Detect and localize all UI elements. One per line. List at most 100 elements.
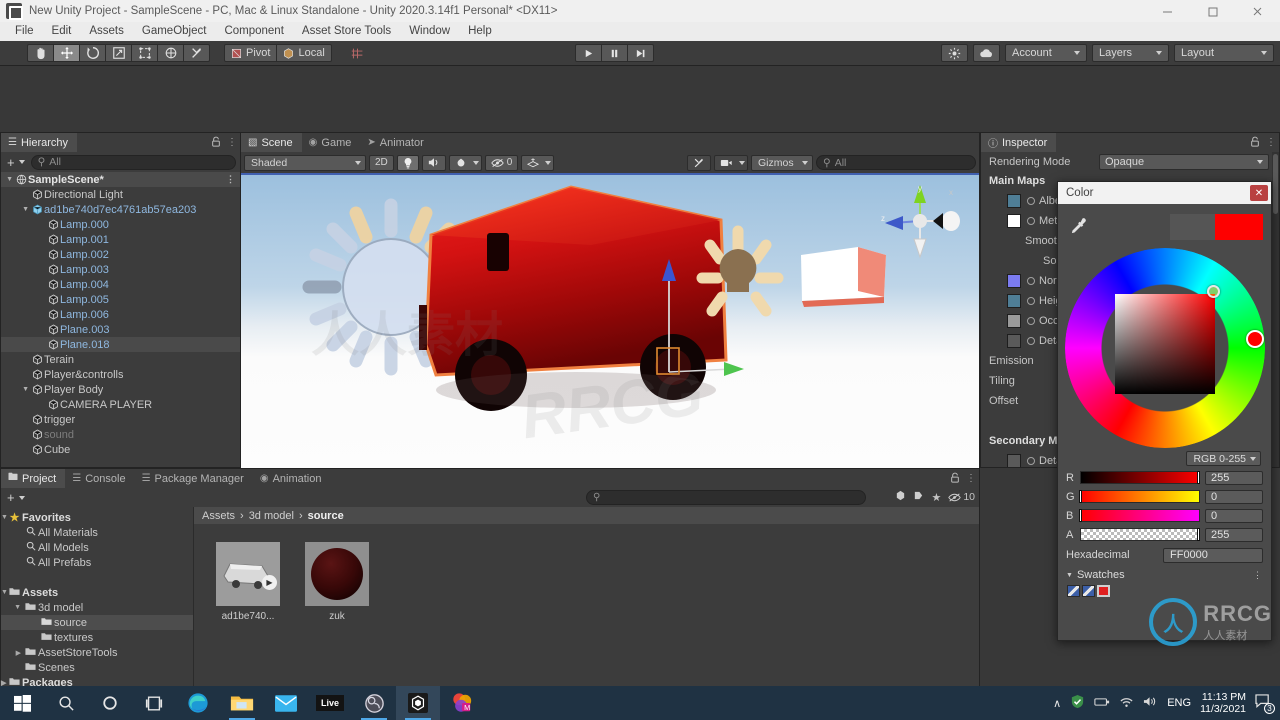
project-tree-item-favorites[interactable]: ▼ ★ Favorites xyxy=(1,510,193,525)
property-toggle-icon[interactable] xyxy=(1027,197,1035,205)
swatch-2[interactable] xyxy=(1097,585,1110,597)
texture-thumbnail[interactable] xyxy=(1007,454,1021,467)
channel-value-b[interactable]: 0 xyxy=(1205,508,1263,523)
toggle-2d-button[interactable]: 2D xyxy=(369,154,394,171)
scale-tool-button[interactable] xyxy=(105,44,132,62)
kebab-menu-icon[interactable]: ⋮ xyxy=(227,137,237,147)
layers-dropdown[interactable]: Layers xyxy=(1092,44,1169,62)
slider-knob[interactable] xyxy=(1197,528,1200,541)
project-tree-item-3d-model[interactable]: ▼ 3d model xyxy=(1,600,193,615)
language-indicator[interactable]: ENG xyxy=(1167,697,1191,709)
close-button[interactable] xyxy=(1235,0,1280,22)
kebab-menu-icon[interactable]: ⋮ xyxy=(966,473,976,483)
channel-value-g[interactable]: 0 xyxy=(1205,489,1263,504)
hierarchy-item-sound[interactable]: sound xyxy=(1,427,240,442)
removable-media-icon[interactable] xyxy=(1094,696,1110,711)
hierarchy-list[interactable]: ▼ SampleScene* ⋮ Directional Light ▼ ad1be740… xyxy=(1,172,240,467)
hex-input[interactable]: FF0000 xyxy=(1163,547,1263,563)
project-tree-item-assets[interactable]: ▼ Assets xyxy=(1,585,193,600)
project-tree-item-all-materials[interactable]: All Materials xyxy=(1,525,193,540)
menu-gameobject[interactable]: GameObject xyxy=(133,22,216,41)
color-picker-dialog[interactable]: Color ✕ RGB 0-255 R 255 G 0 B 0 A 255 He… xyxy=(1057,181,1272,641)
menu-edit[interactable]: Edit xyxy=(43,22,81,41)
obs-icon[interactable] xyxy=(352,686,396,720)
maximize-button[interactable] xyxy=(1190,0,1235,22)
property-toggle-icon[interactable] xyxy=(1027,297,1035,305)
hierarchy-item-plane-018[interactable]: Plane.018 xyxy=(1,337,240,352)
notifications-icon[interactable]: 3 xyxy=(1255,694,1275,714)
saturation-value-square[interactable] xyxy=(1114,294,1215,394)
expand-arrow-icon[interactable]: ▼ xyxy=(1,206,31,213)
project-search-input[interactable]: ⚲ xyxy=(586,490,866,505)
step-button[interactable] xyxy=(627,44,654,62)
tab-project[interactable]: 🖿 Project xyxy=(1,469,66,488)
expand-arrow-icon[interactable]: ▶ xyxy=(1,649,23,657)
project-tree-item-all-models[interactable]: All Models xyxy=(1,540,193,555)
rendering-mode-dropdown[interactable]: Opaque xyxy=(1099,154,1269,170)
color-wheel[interactable] xyxy=(1064,248,1265,448)
scene-viewport[interactable]: y z x RRCG 人人素材 xyxy=(241,175,979,469)
hierarchy-item-lamp-001[interactable]: Lamp.001 xyxy=(1,232,240,247)
channel-slider-b[interactable] xyxy=(1079,509,1200,522)
menu-window[interactable]: Window xyxy=(400,22,459,41)
hierarchy-item-trigger[interactable]: trigger xyxy=(1,412,240,427)
tab-inspector[interactable]: ⓘ Inspector xyxy=(981,133,1057,152)
pause-button[interactable] xyxy=(601,44,628,62)
property-toggle-icon[interactable] xyxy=(1027,317,1035,325)
layout-dropdown[interactable]: Layout xyxy=(1174,44,1274,62)
menu-component[interactable]: Component xyxy=(215,22,292,41)
project-tree-item-all-prefabs[interactable]: All Prefabs xyxy=(1,555,193,570)
sv-handle[interactable] xyxy=(1206,285,1220,298)
asset-item-model[interactable]: ▶ ad1be740... xyxy=(216,542,280,622)
texture-thumbnail[interactable] xyxy=(1007,194,1021,208)
asset-item-material[interactable]: zuk xyxy=(305,542,369,622)
cloud-icon[interactable] xyxy=(973,44,1000,62)
scene-lighting-toggle[interactable] xyxy=(396,154,419,171)
channel-value-a[interactable]: 255 xyxy=(1205,527,1263,542)
channel-slider-a[interactable] xyxy=(1080,528,1200,541)
property-toggle-icon[interactable] xyxy=(1027,217,1035,225)
property-toggle-icon[interactable] xyxy=(1027,277,1035,285)
hierarchy-item-player-body[interactable]: ▼ Player Body xyxy=(1,382,240,397)
hierarchy-item-lamp-004[interactable]: Lamp.004 xyxy=(1,277,240,292)
volume-icon[interactable] xyxy=(1143,695,1158,711)
scene-hidden-objects[interactable]: 0 xyxy=(484,154,519,171)
cortana-icon[interactable] xyxy=(88,686,132,720)
expand-arrow-icon[interactable]: ▼ xyxy=(1,386,31,393)
play-button[interactable] xyxy=(575,44,602,62)
tab-console[interactable]: ☰ Console xyxy=(65,469,135,488)
lock-icon[interactable] xyxy=(950,472,960,486)
breadcrumb-3d-model[interactable]: 3d model xyxy=(249,510,294,522)
hierarchy-item-samplescene[interactable]: ▼ SampleScene* ⋮ xyxy=(1,172,240,187)
project-tree-item-textures[interactable]: textures xyxy=(1,630,193,645)
minimize-button[interactable] xyxy=(1145,0,1190,22)
tray-expand-icon[interactable]: ∧ xyxy=(1053,697,1061,710)
hierarchy-item-lamp-005[interactable]: Lamp.005 xyxy=(1,292,240,307)
hand-tool-button[interactable] xyxy=(27,44,54,62)
swatches-header[interactable]: ▼ Swatches ⋮ xyxy=(1058,566,1271,584)
hierarchy-item-camera-player[interactable]: CAMERA PLAYER xyxy=(1,397,240,412)
pivot-toggle-button[interactable]: Pivot xyxy=(224,44,278,62)
hidden-packages-count[interactable]: 10 xyxy=(948,491,975,503)
texture-thumbnail[interactable] xyxy=(1007,214,1021,228)
hierarchy-search-input[interactable]: ⚲ All xyxy=(30,154,236,170)
breadcrumb-source[interactable]: source xyxy=(308,510,344,522)
unity-icon[interactable] xyxy=(396,686,440,720)
eyedropper-icon[interactable] xyxy=(1066,214,1090,238)
scene-camera-settings-button[interactable] xyxy=(714,154,748,171)
hue-handle[interactable] xyxy=(1245,330,1264,348)
account-dropdown[interactable]: Account xyxy=(1005,44,1087,62)
scene-fx-toggle[interactable] xyxy=(448,154,482,171)
color-mode-dropdown[interactable]: RGB 0-255 xyxy=(1186,451,1261,466)
lock-icon[interactable] xyxy=(1250,136,1260,150)
project-add-button[interactable]: + xyxy=(5,490,27,505)
inspector-scrollbar[interactable] xyxy=(1272,152,1279,467)
property-toggle-icon[interactable] xyxy=(1027,457,1035,465)
breadcrumb-assets[interactable]: Assets xyxy=(202,510,235,522)
edge-icon[interactable] xyxy=(176,686,220,720)
task-view-icon[interactable] xyxy=(132,686,176,720)
tab-hierarchy[interactable]: ☰ Hierarchy xyxy=(1,133,78,152)
search-by-type-icon[interactable] xyxy=(895,490,906,504)
file-explorer-icon[interactable] xyxy=(220,686,264,720)
kebab-menu-icon[interactable]: ⋮ xyxy=(1253,570,1262,581)
